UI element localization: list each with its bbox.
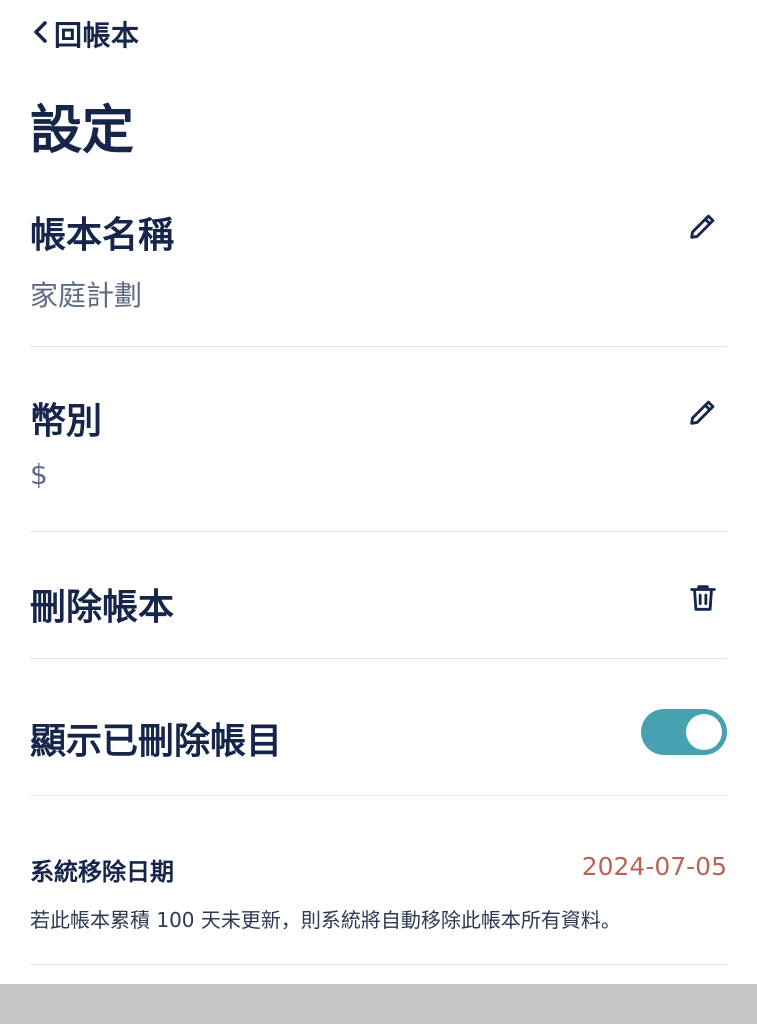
delete-ledger-label: 刪除帳本 bbox=[30, 587, 175, 628]
back-button[interactable]: 回帳本 bbox=[28, 14, 140, 54]
currency-label: 幣別 bbox=[30, 401, 103, 442]
pencil-icon bbox=[686, 395, 720, 433]
edit-ledger-name-button[interactable] bbox=[683, 208, 723, 248]
system-removal-note: 若此帳本累積 100 天未更新，則系統將自動移除此帳本所有資料。 bbox=[30, 908, 621, 932]
system-removal-section: 系統移除日期 2024-07-05 若此帳本累積 100 天未更新，則系統將自動… bbox=[30, 846, 727, 936]
show-deleted-toggle[interactable] bbox=[641, 709, 727, 755]
ledger-name-label: 帳本名稱 bbox=[30, 215, 175, 256]
delete-ledger-button[interactable] bbox=[683, 580, 723, 620]
settings-page: 回帳本 設定 帳本名稱 家庭計劃 幣別 $ 刪除帳本 顯示已刪除帳目 系統移除日… bbox=[0, 0, 757, 1024]
trash-icon bbox=[686, 581, 720, 619]
divider bbox=[30, 531, 727, 532]
edit-currency-button[interactable] bbox=[683, 394, 723, 434]
divider bbox=[30, 658, 727, 659]
back-label: 回帳本 bbox=[54, 19, 140, 52]
currency-section: 幣別 $ bbox=[30, 386, 727, 496]
currency-value: $ bbox=[30, 458, 48, 491]
show-deleted-label: 顯示已刪除帳目 bbox=[30, 721, 283, 762]
show-deleted-section: 顯示已刪除帳目 bbox=[30, 708, 727, 768]
ledger-name-value: 家庭計劃 bbox=[30, 279, 143, 312]
pencil-icon bbox=[686, 209, 720, 247]
delete-ledger-section[interactable]: 刪除帳本 bbox=[30, 572, 727, 632]
chevron-left-icon bbox=[28, 17, 54, 51]
ledger-name-section: 帳本名稱 家庭計劃 bbox=[30, 200, 727, 312]
bottom-bar bbox=[0, 984, 757, 1024]
divider bbox=[30, 346, 727, 347]
divider bbox=[30, 795, 727, 797]
divider bbox=[30, 964, 727, 965]
page-title: 設定 bbox=[30, 101, 135, 161]
system-removal-date: 2024-07-05 bbox=[581, 852, 727, 881]
system-removal-label: 系統移除日期 bbox=[30, 858, 174, 886]
toggle-knob bbox=[686, 714, 722, 750]
